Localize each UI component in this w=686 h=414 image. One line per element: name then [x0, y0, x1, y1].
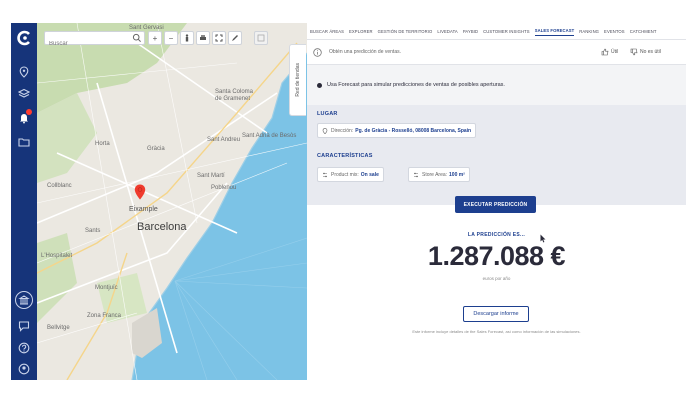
section-title-lugar: LUGAR: [317, 111, 338, 117]
tab-eventos[interactable]: EVENTOS: [604, 27, 625, 36]
street-view-button[interactable]: [180, 31, 194, 45]
info-hint: Obtén una predicción de ventas.: [329, 49, 401, 55]
sliders-icon: [414, 172, 418, 177]
tab-explorer[interactable]: EXPLORER: [349, 27, 373, 36]
useful-label: Útil: [611, 49, 619, 55]
map-label: Sants: [85, 228, 101, 234]
grid-icon: [257, 34, 265, 42]
person-icon: [185, 34, 189, 42]
info-bar: Obtén una predicción de ventas. Útil No …: [307, 40, 686, 65]
forecast-form: LUGAR Dirección: Pg. de Gràcia - Rossell…: [307, 105, 686, 205]
print-button[interactable]: [196, 31, 210, 45]
user-icon[interactable]: [17, 362, 31, 376]
map-label: Montjuïc: [95, 285, 118, 291]
grid-button[interactable]: [254, 31, 268, 45]
draw-icon: [232, 35, 238, 41]
map-label: L'Hospitalet: [41, 253, 73, 259]
notice-text: Usa Forecast para simular predicciones d…: [327, 82, 505, 88]
thumbs-up-icon: [601, 48, 609, 56]
store-network-tab[interactable]: Red de tiendas: [289, 44, 306, 116]
report-footnote: Este informe incluye detalles de the Sal…: [412, 329, 581, 334]
map-canvas[interactable]: [37, 23, 307, 380]
sliders-icon: [323, 172, 327, 177]
address-value: Pg. de Gràcia - Rosselló, 08008 Barcelon…: [355, 127, 472, 134]
useful-button[interactable]: Útil: [601, 48, 618, 56]
draw-button[interactable]: [228, 31, 242, 45]
address-label: Dirección:: [331, 127, 354, 134]
product-mix-field[interactable]: Product mix: On sale: [317, 167, 384, 182]
map-label: Sant Adrià de Besòs: [242, 133, 297, 139]
prediction-result: LA PREDICCIÓN ES... 1.287.088 € euros po…: [307, 205, 686, 380]
store-area-value: 100 m²: [449, 171, 465, 178]
notifications-icon[interactable]: [17, 109, 32, 125]
section-title-caracteristicas: CARACTERÍSTICAS: [317, 153, 373, 159]
map-label: Santa Coloma: [215, 89, 254, 95]
fullscreen-button[interactable]: [212, 31, 226, 45]
print-icon: [200, 35, 206, 40]
layers-icon[interactable]: [17, 87, 31, 101]
tab-sales-forecast[interactable]: SALES FORECAST: [534, 26, 575, 36]
fullscreen-icon: [215, 34, 223, 42]
notification-badge: [26, 109, 32, 115]
run-prediction-button[interactable]: EXECUTAR PREDICCIÓN: [455, 196, 536, 213]
tab-gestion-territorio[interactable]: GESTIÓN DE TERRITORIO: [378, 27, 433, 36]
top-navigation: BUSCAR ÁREAS EXPLORER GESTIÓN DE TERRITO…: [307, 23, 686, 40]
building-icon[interactable]: [15, 291, 33, 309]
product-mix-value: On sale: [360, 171, 379, 178]
location-icon[interactable]: [17, 65, 31, 79]
map-label: Poblenou: [211, 185, 237, 191]
map-label: Sant Andreu: [207, 137, 241, 143]
forecast-notice: Usa Forecast para simular predicciones d…: [307, 65, 686, 105]
product-mix-label: Product mix:: [331, 171, 359, 178]
tab-paybid[interactable]: PAYBID: [463, 27, 478, 36]
download-report-button[interactable]: Descargar informe: [463, 306, 529, 322]
sales-forecast-panel: BUSCAR ÁREAS EXPLORER GESTIÓN DE TERRITO…: [307, 23, 686, 380]
map-label: Zona Franca: [87, 313, 122, 319]
zoom-out-button[interactable]: −: [164, 31, 178, 45]
not-useful-label: No es útil: [640, 49, 661, 55]
map-label: Gràcia: [147, 146, 165, 152]
brand-logo-icon[interactable]: [16, 30, 32, 46]
notice-bullet-icon: [317, 83, 322, 88]
map-label: Sant Martí: [197, 173, 225, 179]
tab-ranking[interactable]: RANKING: [579, 27, 599, 36]
map-search-box[interactable]: [44, 31, 145, 50]
store-network-tab-label: Red de tiendas: [295, 63, 301, 97]
tab-buscar-areas[interactable]: BUSCAR ÁREAS: [310, 27, 344, 36]
map-search-input[interactable]: [45, 38, 131, 50]
prediction-value: 1.287.088 €: [427, 241, 566, 271]
map-view[interactable]: Sant Gervasi Santa Coloma de Gramenet Ho…: [37, 23, 307, 380]
map-label: Eixample: [129, 206, 158, 213]
map-label: de Gramenet: [215, 96, 251, 102]
app-sidebar: [11, 23, 37, 380]
address-field[interactable]: Dirección: Pg. de Gràcia - Rosselló, 080…: [317, 123, 477, 138]
prediction-label: LA PREDICCIÓN ES...: [467, 232, 526, 238]
tab-customer-insights[interactable]: CUSTOMER INSIGHTS: [483, 27, 530, 36]
help-icon[interactable]: [17, 341, 31, 355]
zoom-in-button[interactable]: +: [148, 31, 162, 45]
location-icon: [322, 127, 328, 134]
folder-icon[interactable]: [17, 135, 31, 149]
tab-catchment[interactable]: CATCHMENT: [630, 27, 657, 36]
search-icon[interactable]: [132, 33, 142, 43]
prediction-unit: euros por año: [482, 276, 511, 281]
thumbs-down-icon: [630, 48, 638, 56]
mouse-cursor-icon: [540, 234, 546, 243]
map-label-city: Barcelona: [137, 221, 187, 233]
map-label: Collblanc: [47, 183, 72, 189]
not-useful-button[interactable]: No es útil: [630, 48, 661, 56]
map-marker-icon[interactable]: [134, 184, 146, 200]
map-label: Horta: [95, 141, 110, 147]
store-area-label: Store Area:: [422, 171, 448, 178]
tab-livedata[interactable]: LIVEDATA: [437, 27, 457, 36]
store-area-field[interactable]: Store Area: 100 m²: [408, 167, 470, 182]
info-icon: [313, 48, 322, 57]
chat-icon[interactable]: [17, 319, 31, 333]
map-label: Bellvitge: [47, 325, 70, 331]
